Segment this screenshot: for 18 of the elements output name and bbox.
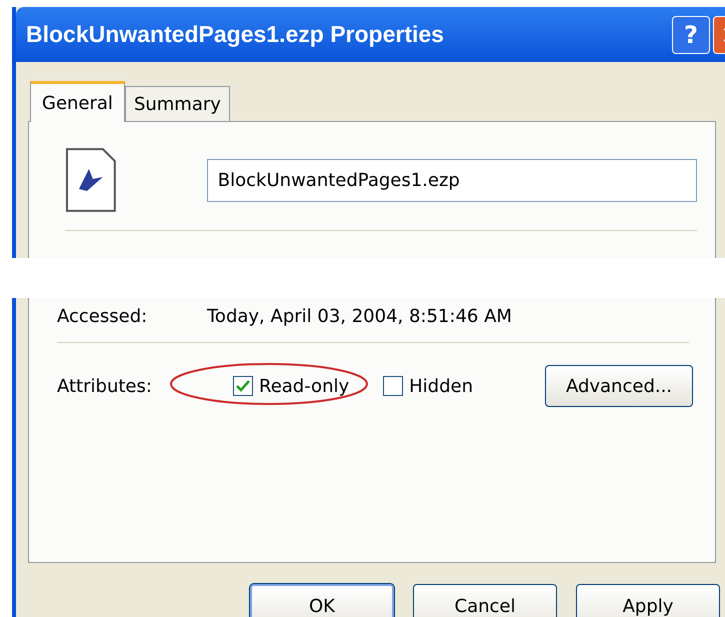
help-button[interactable]: ?: [672, 16, 710, 54]
checkbox[interactable]: [233, 376, 253, 396]
dialog-button[interactable]: Cancel: [413, 584, 557, 617]
dialog-button[interactable]: Apply: [576, 584, 720, 617]
dialog-button[interactable]: OK: [250, 584, 394, 617]
attributes-label: Attributes:: [57, 374, 153, 398]
tab[interactable]: Summary: [124, 86, 230, 121]
detail-value: Today, April 03, 2004, 8:51:46 AM: [207, 304, 512, 328]
tab[interactable]: General: [30, 81, 125, 122]
check-icon: [236, 380, 250, 392]
file-icon: [65, 147, 117, 213]
window-title: BlockUnwantedPages1.ezp Properties: [26, 20, 444, 50]
file-name-field[interactable]: BlockUnwantedPages1.ezp: [206, 158, 697, 202]
checkbox[interactable]: [383, 376, 404, 396]
detail-label: Accessed:: [57, 304, 148, 328]
checkbox-label: Read-only: [259, 374, 350, 398]
advanced-button[interactable]: Advanced...: [545, 365, 693, 407]
checkbox-label: Hidden: [409, 374, 474, 398]
